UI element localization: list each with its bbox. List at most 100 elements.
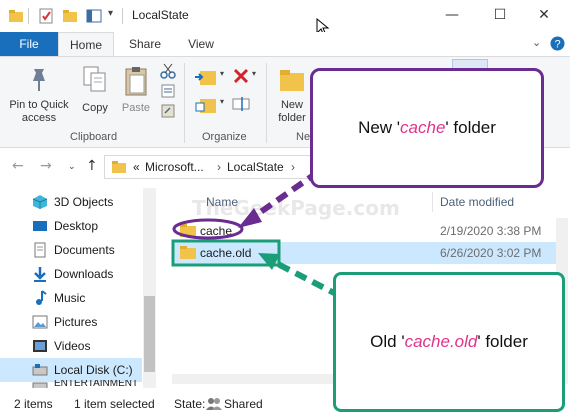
divider <box>122 8 123 24</box>
nav-item-entertainment[interactable]: ENTERTAINMENT <box>0 380 142 388</box>
nav-item-pictures[interactable]: Pictures <box>0 310 142 334</box>
clipboard-group-label: Clipboard <box>70 131 118 143</box>
drive-icon <box>32 382 48 388</box>
copy-icon <box>83 66 106 92</box>
maximize-button[interactable]: ☐ <box>486 4 514 26</box>
callout-new-suffix: ' folder <box>445 118 496 137</box>
copy-to-icon[interactable] <box>194 95 218 115</box>
music-icon <box>36 290 47 305</box>
move-to-dropdown-icon[interactable]: ▾ <box>220 69 224 78</box>
help-icon[interactable]: ? <box>550 36 565 51</box>
videos-icon <box>33 340 47 352</box>
callout-old-cache: Old ' cache.old ' folder <box>333 272 565 412</box>
title-bar: ▾ LocalState — ☐ ✕ <box>0 0 570 37</box>
file-name: cache.old <box>200 246 252 260</box>
move-to-icon[interactable] <box>194 67 218 87</box>
view-pane-icon[interactable] <box>86 8 102 24</box>
callout-new-prefix: New ' <box>358 118 401 137</box>
new-folder-label: New folder <box>278 99 306 124</box>
breadcrumb-localstate[interactable]: LocalState <box>227 160 284 174</box>
new-folder-quick-icon[interactable] <box>62 8 78 24</box>
breadcrumb-microsoft[interactable]: Microsoft... <box>145 160 204 174</box>
watermark: TheGeekPage.com <box>192 196 400 220</box>
paste-shortcut-icon[interactable] <box>160 103 176 119</box>
file-date: 2/19/2020 3:38 PM <box>440 224 542 238</box>
breadcrumb-separator[interactable]: › <box>291 160 295 174</box>
local-disk-icon <box>32 364 48 376</box>
delete-icon[interactable] <box>232 67 250 85</box>
new-folder-button[interactable]: New folder <box>272 61 312 127</box>
column-header-date[interactable]: Date modified <box>440 195 514 209</box>
breadcrumb-separator[interactable]: › <box>217 160 221 174</box>
close-button[interactable]: ✕ <box>530 4 558 26</box>
tab-view[interactable]: View <box>176 32 226 56</box>
callout-new-cache: New ' cache ' folder <box>310 68 544 188</box>
delete-dropdown-icon[interactable]: ▾ <box>252 69 256 78</box>
paste-label: Paste <box>121 102 151 114</box>
copy-label: Copy <box>82 102 108 114</box>
tab-home[interactable]: Home <box>58 32 114 57</box>
customize-quick-access-icon[interactable]: ▾ <box>108 8 113 19</box>
tab-share[interactable]: Share <box>118 32 172 56</box>
callout-old-prefix: Old ' <box>370 332 405 351</box>
column-divider[interactable] <box>432 192 433 212</box>
callout-old-em: cache.old <box>404 332 478 351</box>
svg-text:?: ? <box>554 39 560 51</box>
collapse-ribbon-icon[interactable]: ⌄ <box>532 36 541 49</box>
ribbon-tab-bar: File Home Share View ⌄ ? <box>0 32 570 57</box>
copy-to-dropdown-icon[interactable]: ▾ <box>220 97 224 106</box>
shared-users-icon <box>206 398 222 410</box>
documents-icon <box>34 242 46 258</box>
file-date: 6/26/2020 3:02 PM <box>440 246 542 260</box>
folder-icon <box>112 161 126 173</box>
address-overflow[interactable]: « <box>133 160 140 174</box>
nav-item-local-disk[interactable]: Local Disk (C:) <box>0 358 142 382</box>
organize-group-label: Organize <box>202 131 247 143</box>
nav-item-videos[interactable]: Videos <box>0 334 142 358</box>
cut-icon[interactable] <box>160 63 176 79</box>
recent-locations-icon[interactable]: ⌄ <box>68 162 76 172</box>
forward-arrow-icon[interactable]: → <box>40 158 52 174</box>
file-name: cache <box>200 224 233 238</box>
selection-count: 1 item selected <box>74 397 155 411</box>
rename-icon[interactable] <box>232 95 252 113</box>
pictures-icon <box>32 315 48 329</box>
state-label: State: <box>174 397 206 411</box>
file-row-cache[interactable]: cache 2/19/2020 3:38 PM <box>172 220 556 242</box>
tab-file[interactable]: File <box>0 32 58 56</box>
folder-icon <box>180 246 196 259</box>
desktop-icon <box>33 221 47 231</box>
back-arrow-icon[interactable]: ← <box>12 158 24 174</box>
address-bar[interactable]: « Microsoft... › LocalState › <box>104 155 314 179</box>
pin-to-quick-access-button[interactable]: Pin to Quick access <box>4 61 74 127</box>
file-row-cache-old[interactable]: cache.old 6/26/2020 3:02 PM <box>172 242 556 264</box>
group-separator <box>266 63 267 143</box>
nav-item-downloads[interactable]: Downloads <box>0 262 142 286</box>
pin-label: Pin to Quick access <box>9 99 69 124</box>
callout-new-em: cache <box>400 118 446 137</box>
minimize-button[interactable]: — <box>438 4 466 26</box>
nav-item-desktop[interactable]: Desktop <box>0 214 142 238</box>
nav-item-3d-objects[interactable]: 3D Objects <box>0 190 142 214</box>
paste-button[interactable]: Paste <box>116 61 156 127</box>
item-count: 2 items <box>14 397 53 411</box>
paste-icon <box>125 67 147 96</box>
nav-item-documents[interactable]: Documents <box>0 238 142 262</box>
nav-scrollbar-thumb[interactable] <box>144 296 155 372</box>
divider <box>28 8 29 24</box>
properties-icon[interactable] <box>38 8 54 24</box>
group-separator <box>184 63 185 143</box>
nav-item-music[interactable]: Music <box>0 286 142 310</box>
state-value: Shared <box>224 397 263 411</box>
new-folder-icon <box>280 70 304 91</box>
downloads-icon <box>34 267 46 282</box>
3d-objects-icon <box>32 195 48 209</box>
copy-button[interactable]: Copy <box>76 61 114 127</box>
navigation-pane: 3D Objects Desktop Documents Downloads M… <box>0 188 156 388</box>
new-group-label: Ne <box>296 131 311 143</box>
up-arrow-icon[interactable]: ↑ <box>86 158 98 174</box>
folder-icon <box>180 224 196 237</box>
pin-icon <box>33 69 45 91</box>
copy-path-icon[interactable] <box>160 83 176 99</box>
window-title: LocalState <box>132 8 189 22</box>
